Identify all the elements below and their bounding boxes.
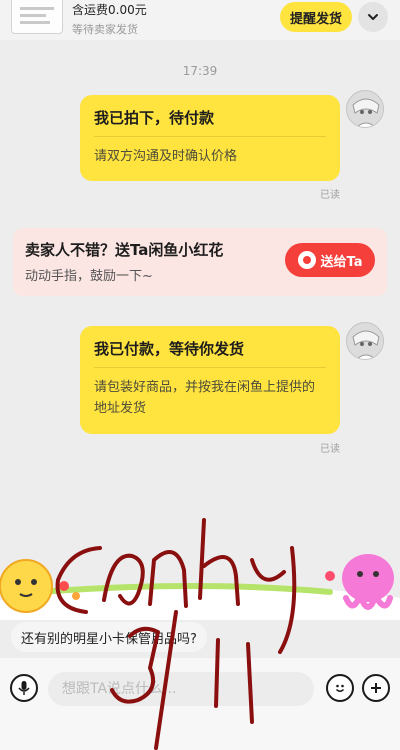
product-thumbnail[interactable]	[11, 0, 63, 34]
message-bubble[interactable]: 我已付款，等待你发货 请包装好商品，并按我在闲鱼上提供的地址发货	[80, 326, 340, 434]
message-title: 我已付款，等待你发货	[94, 326, 326, 368]
message-timestamp: 17:39	[182, 64, 218, 78]
chat-input-bar	[0, 658, 400, 750]
avatar-image	[347, 323, 383, 359]
order-price: 含运费0.00元	[72, 3, 147, 17]
avatar-image	[347, 91, 383, 127]
message-body: 请双方沟通及时确认价格	[94, 149, 238, 164]
emoji-button[interactable]	[326, 674, 354, 702]
chevron-down-icon	[368, 14, 378, 20]
avatar[interactable]	[346, 90, 384, 128]
message-title: 我已拍下，待付款	[94, 95, 326, 137]
read-status: 已读	[320, 444, 340, 455]
add-button[interactable]	[362, 674, 390, 702]
order-summary-bar[interactable]: 含运费0.00元 等待卖家发货 提醒发货	[0, 0, 400, 40]
emoji-icon	[335, 684, 345, 692]
order-status: 等待卖家发货	[72, 23, 138, 36]
mascot-banner	[0, 554, 400, 620]
send-flower-button[interactable]: 送给Ta	[285, 243, 375, 277]
remind-ship-button[interactable]: 提醒发货	[280, 2, 352, 32]
message-bubble[interactable]: 我已拍下，待付款 请双方沟通及时确认价格	[80, 95, 340, 181]
message-body: 请包装好商品，并按我在闲鱼上提供的地址发货	[94, 380, 316, 416]
send-flower-label: 送给Ta	[320, 254, 363, 270]
yellow-mascot-icon	[0, 559, 53, 613]
expand-button[interactable]	[358, 2, 388, 32]
voice-button[interactable]	[10, 674, 38, 702]
avatar[interactable]	[346, 322, 384, 360]
suggested-reply-chip[interactable]: 还有别的明星小卡保管用品吗?	[11, 622, 207, 652]
flower-card-subtitle: 动动手指，鼓励一下~	[25, 269, 153, 284]
microphone-icon	[18, 681, 30, 695]
plus-icon	[371, 683, 381, 693]
flower-icon	[297, 251, 316, 269]
message-input[interactable]	[48, 672, 314, 706]
read-status: 已读	[320, 190, 340, 201]
flower-gift-card: 卖家人不错？送Ta闲鱼小红花 动动手指，鼓励一下~ 送给Ta	[13, 228, 387, 296]
flower-card-title: 卖家人不错？送Ta闲鱼小红花	[25, 241, 224, 259]
